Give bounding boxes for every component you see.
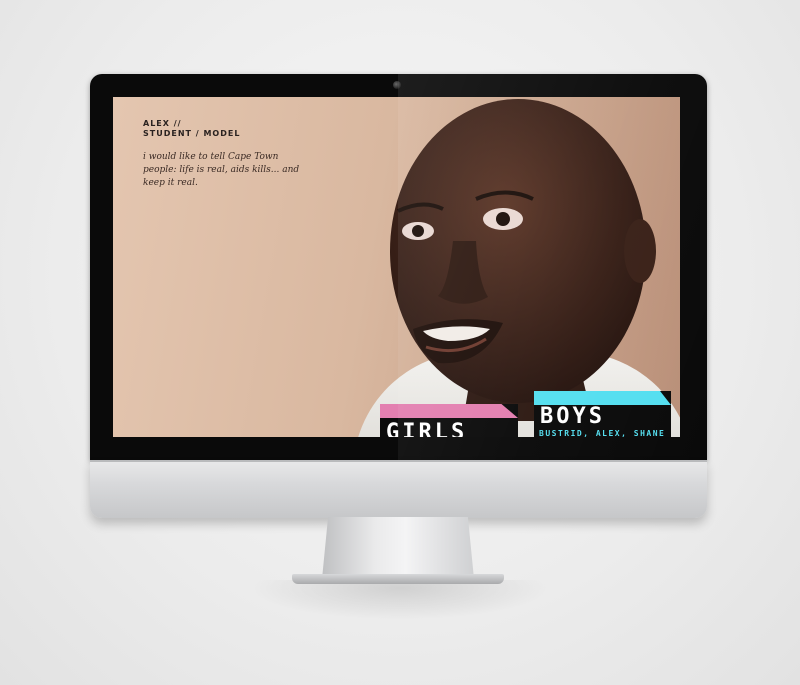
camera-icon (393, 81, 401, 89)
profile-quote: i would like to tell Cape Town people: l… (143, 152, 300, 188)
monitor-bezel: ALEX // STUDENT / MODEL i would like to … (90, 74, 707, 460)
intro-block: ALEX // STUDENT / MODEL i would like to … (143, 119, 308, 190)
girls-title: GIRLS (386, 420, 468, 437)
monitor-stand-foot (292, 574, 504, 584)
portrait-photo (390, 99, 656, 421)
boys-subtitle: BUSTRID, ALEX, SHANE (539, 429, 666, 437)
boys-nav-button[interactable]: BOYS BUSTRID, ALEX, SHANE (534, 391, 671, 437)
profile-name: ALEX // (143, 119, 182, 128)
website-screen: ALEX // STUDENT / MODEL i would like to … (113, 97, 680, 437)
monitor-chin (90, 460, 707, 518)
profile-role: STUDENT / MODEL (143, 129, 241, 138)
monitor-stand-neck (322, 517, 474, 579)
boys-badge-cap (534, 391, 671, 405)
monitor-chin-edge (90, 460, 707, 462)
girls-badge-cap (380, 404, 518, 418)
girls-nav-button[interactable]: GIRLS (380, 404, 518, 437)
monitor: ALEX // STUDENT / MODEL i would like to … (90, 74, 707, 518)
stand-shadow (250, 580, 550, 620)
boys-title: BOYS (540, 404, 605, 429)
